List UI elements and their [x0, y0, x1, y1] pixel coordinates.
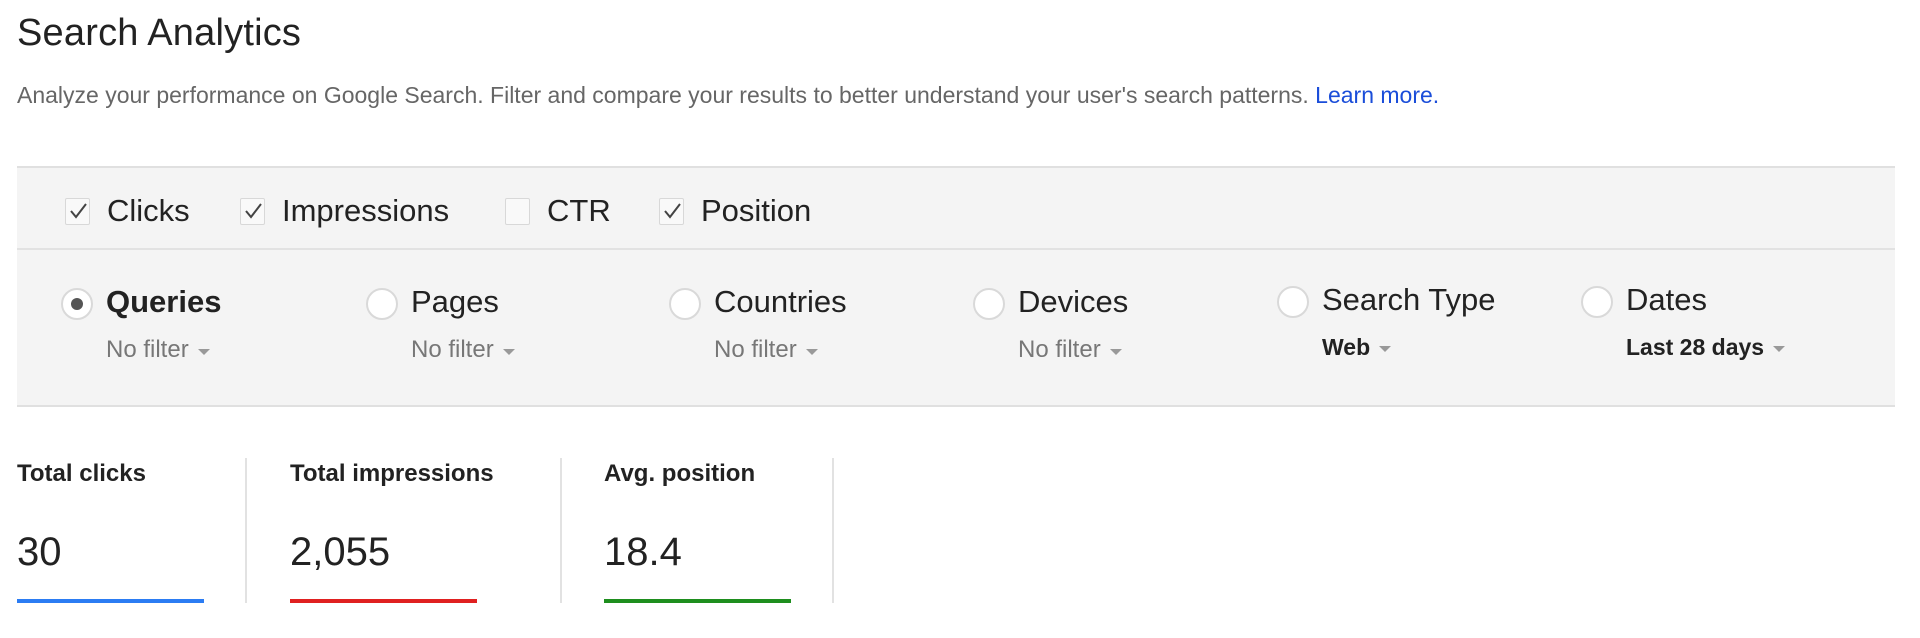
metric-label: Position — [701, 193, 812, 228]
filter-value: No filter — [411, 336, 494, 363]
divider — [560, 458, 562, 603]
pages-filter-dropdown[interactable]: No filter — [411, 336, 515, 364]
filter-value: No filter — [714, 336, 797, 363]
metric-clicks[interactable]: Clicks — [65, 193, 190, 229]
ctr-checkbox[interactable] — [505, 197, 530, 225]
search-type-dropdown[interactable]: Web — [1322, 334, 1392, 361]
checkmark-icon — [664, 202, 681, 219]
stat-color-bar — [17, 599, 204, 603]
filter-value: Web — [1322, 334, 1371, 360]
checkmark-icon — [245, 202, 262, 219]
metric-position[interactable]: Position — [659, 193, 811, 229]
stat-value: 30 — [17, 530, 62, 574]
stat-color-bar — [604, 599, 791, 603]
pages-radio[interactable] — [366, 288, 398, 320]
checkmark-icon — [70, 202, 87, 219]
clicks-checkbox[interactable] — [65, 197, 90, 225]
devices-radio[interactable] — [973, 288, 1005, 320]
stat-label: Avg. position — [604, 460, 756, 487]
countries-radio[interactable] — [669, 288, 701, 320]
stat-avg-position[interactable]: Avg. position 18.4 — [604, 450, 794, 605]
filter-value: Last 28 days — [1626, 334, 1765, 360]
caret-down-icon — [1773, 346, 1786, 352]
dimension-label[interactable]: Devices — [1018, 284, 1128, 320]
caret-down-icon — [197, 348, 210, 355]
caret-down-icon — [1379, 346, 1392, 352]
metric-label: CTR — [547, 193, 611, 228]
learn-more-link[interactable]: Learn more. — [1315, 82, 1439, 108]
stat-value: 18.4 — [604, 530, 682, 574]
filter-value: No filter — [1018, 336, 1101, 363]
queries-filter-dropdown[interactable]: No filter — [106, 336, 210, 364]
caret-down-icon — [805, 348, 818, 355]
position-checkbox[interactable] — [659, 197, 684, 225]
stat-total-clicks[interactable]: Total clicks 30 — [17, 450, 207, 605]
divider — [245, 458, 247, 603]
queries-radio[interactable] — [61, 288, 93, 320]
caret-down-icon — [1109, 348, 1122, 355]
dimension-label[interactable]: Pages — [411, 284, 499, 320]
filter-panel: Clicks Impressions CTR Position Queries … — [17, 166, 1895, 407]
dimension-label[interactable]: Search Type — [1322, 282, 1495, 318]
dimension-label[interactable]: Countries — [714, 284, 847, 320]
devices-filter-dropdown[interactable]: No filter — [1018, 336, 1122, 364]
stat-color-bar — [290, 599, 477, 603]
dimensions-row: Queries No filter Pages No filter Countr… — [17, 252, 1895, 407]
dimension-label[interactable]: Dates — [1626, 282, 1707, 318]
dates-radio[interactable] — [1581, 286, 1613, 318]
dimension-label[interactable]: Queries — [106, 284, 221, 320]
metric-label: Impressions — [282, 193, 450, 228]
search-type-radio[interactable] — [1277, 286, 1309, 318]
divider — [832, 458, 834, 603]
metric-label: Clicks — [107, 193, 190, 228]
stat-label: Total impressions — [290, 460, 494, 487]
page-description: Analyze your performance on Google Searc… — [17, 82, 1439, 109]
dates-dropdown[interactable]: Last 28 days — [1626, 334, 1786, 361]
metric-ctr[interactable]: CTR — [505, 193, 611, 229]
stat-total-impressions[interactable]: Total impressions 2,055 — [290, 450, 494, 605]
caret-down-icon — [502, 348, 515, 355]
impressions-checkbox[interactable] — [240, 197, 265, 225]
page-title: Search Analytics — [17, 12, 302, 54]
description-text: Analyze your performance on Google Searc… — [17, 82, 1309, 108]
stat-label: Total clicks — [17, 460, 146, 487]
metric-impressions[interactable]: Impressions — [240, 193, 449, 229]
metrics-row: Clicks Impressions CTR Position — [17, 168, 1895, 250]
stat-value: 2,055 — [290, 530, 391, 574]
filter-value: No filter — [106, 336, 189, 363]
countries-filter-dropdown[interactable]: No filter — [714, 336, 818, 364]
